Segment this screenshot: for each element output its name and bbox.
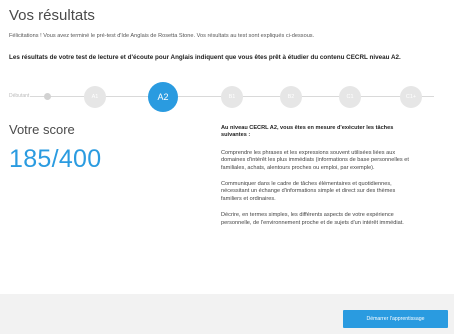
- level-start-dot: [44, 93, 51, 100]
- level-description: Au niveau CECRL A2, vous êtes en mesure …: [221, 125, 411, 236]
- level-node-a1: A1: [84, 86, 106, 108]
- results-page: Vos résultats Félicitations ! Vous avez …: [0, 0, 454, 334]
- congratulations-text: Félicitations ! Vous avez terminé le pré…: [9, 33, 315, 39]
- page-title: Vos résultats: [9, 7, 95, 24]
- level-node-c1: C1: [339, 86, 361, 108]
- start-learning-button[interactable]: Démarrer l'apprentissage: [343, 310, 448, 328]
- level-node-b2: B2: [280, 86, 302, 108]
- results-summary: Les résultats de votre test de lecture e…: [9, 54, 401, 61]
- level-skill-item: Décrire, en termes simples, les différen…: [221, 212, 404, 226]
- level-skill-item: Communiquer dans le cadre de tâches élém…: [221, 181, 396, 202]
- level-skill-item: Comprendre les phrases et les expression…: [221, 149, 409, 171]
- level-node-a2-current: A2: [148, 82, 178, 112]
- level-node-c1-plus: C1+: [400, 86, 422, 108]
- level-node-b1: B1: [221, 86, 243, 108]
- level-start-label: Débutant: [9, 93, 30, 99]
- level-description-heading: Au niveau CECRL A2, vous êtes en mesure …: [221, 125, 394, 139]
- score-value: 185/400: [9, 145, 102, 173]
- score-label: Votre score: [9, 122, 75, 137]
